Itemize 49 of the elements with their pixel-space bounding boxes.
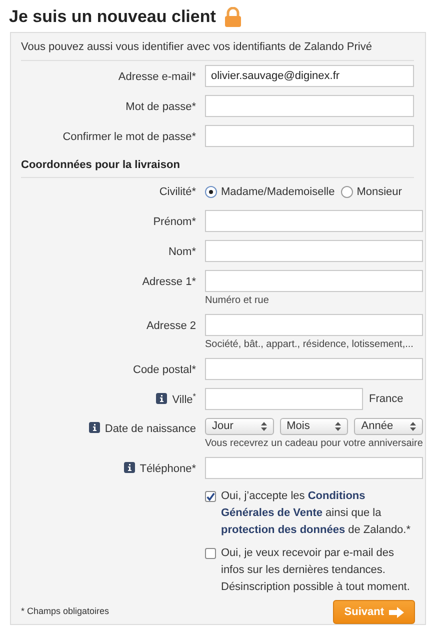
input-field[interactable] bbox=[205, 124, 414, 146]
radio-button[interactable] bbox=[205, 186, 217, 198]
field-label: Confirmer le mot de passe* bbox=[62, 130, 196, 144]
input-field[interactable] bbox=[205, 210, 423, 232]
field-label: Code postal* bbox=[133, 363, 196, 378]
input-field[interactable] bbox=[205, 240, 423, 262]
updown-icon bbox=[335, 422, 342, 431]
input-field[interactable]: olivier.sauvage@diginex.fr bbox=[205, 64, 414, 86]
dropdown[interactable]: Jour bbox=[205, 418, 274, 435]
hint-text: Numéro et rue bbox=[205, 294, 270, 308]
field-label: Adresse 2 bbox=[146, 319, 196, 334]
page-title: Je suis un nouveau client bbox=[9, 6, 216, 28]
info-icon[interactable] bbox=[124, 462, 135, 473]
footnote-text: * Champs obligatoires bbox=[21, 605, 110, 618]
arrow-icon bbox=[389, 606, 404, 618]
input-field[interactable] bbox=[205, 457, 423, 479]
field-label: Date de naissance bbox=[104, 422, 196, 437]
checkbox[interactable] bbox=[205, 548, 216, 559]
consent-text: Oui, j’accepte les Conditions Générales de Vente ainsi que la protection des données de Zalando.* bbox=[221, 489, 412, 538]
lock-icon bbox=[224, 7, 242, 27]
field-label: Téléphone* bbox=[140, 462, 196, 477]
dropdown[interactable]: Année bbox=[354, 418, 423, 435]
hint-text: Société, bât., appart., résidence, lotissement,... bbox=[205, 338, 414, 352]
field-label: Mot de passe* bbox=[126, 100, 196, 114]
field-label: Civilité* bbox=[159, 185, 196, 200]
country-text: France bbox=[369, 392, 404, 407]
field-label: Adresse 1* bbox=[142, 275, 196, 290]
radio-label: Monsieur bbox=[356, 184, 402, 200]
updown-icon bbox=[260, 422, 267, 431]
radio-button[interactable] bbox=[340, 186, 353, 198]
consent-text: Oui, je veux recevoir par e-mail des infos sur les dernières tendances. Désinscription possible à tout moment. bbox=[221, 546, 411, 595]
field-label: Adresse e-mail* bbox=[118, 70, 196, 84]
field-label: Ville$^{*}$ bbox=[172, 392, 196, 408]
input-field[interactable] bbox=[205, 314, 423, 336]
input-field[interactable] bbox=[205, 358, 423, 380]
hint-text: Vous recevrez un cadeau pour votre anniversaire bbox=[205, 437, 423, 451]
checkbox[interactable] bbox=[205, 491, 216, 502]
input-field[interactable] bbox=[205, 270, 423, 292]
radio-label: Madame/Mademoiselle bbox=[221, 184, 335, 200]
field-label: Nom* bbox=[168, 245, 196, 260]
section-heading: Coordonnées pour la livraison bbox=[21, 154, 414, 178]
dropdown[interactable]: Mois bbox=[280, 418, 348, 435]
field-label: Prénom* bbox=[153, 215, 196, 230]
input-field[interactable] bbox=[205, 94, 414, 116]
input-field[interactable] bbox=[205, 388, 363, 410]
info-icon[interactable] bbox=[156, 393, 168, 404]
intro-text: Vous pouvez aussi vous identifier avec vos identifiants de Zalando Privé bbox=[21, 39, 414, 60]
info-icon[interactable] bbox=[88, 422, 100, 433]
updown-icon bbox=[410, 422, 416, 431]
